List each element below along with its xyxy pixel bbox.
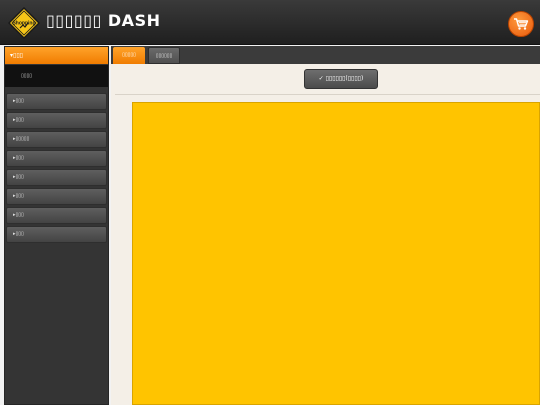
sidebar-item[interactable]: ▸▯▯▯▯▯ — [6, 131, 107, 148]
sidebar-item[interactable]: ▸▯▯▯ — [6, 226, 107, 243]
app-header: Shopping ▯▯▯▯▯▯ DASH — [0, 0, 540, 45]
sidebar-item[interactable]: ▸▯▯▯ — [6, 188, 107, 205]
sidebar-section-header[interactable]: ▾▯▯▯ — [5, 47, 108, 64]
tab-bar: ▯▯▯▯▯ ▯▯▯▯▯▯ — [111, 46, 540, 64]
sidebar-sub-item[interactable]: ▯▯▯▯ — [5, 65, 108, 87]
sidebar-item[interactable]: ▸▯▯▯ — [6, 169, 107, 186]
divider — [115, 94, 540, 95]
sidebar-item[interactable]: ▸▯▯▯ — [6, 150, 107, 167]
sidebar-menu: ▸▯▯▯ ▸▯▯▯ ▸▯▯▯▯▯ ▸▯▯▯ ▸▯▯▯ ▸▯▯▯ ▸▯▯▯ ▸▯▯… — [5, 93, 108, 243]
shopping-badge-icon[interactable]: Shopping — [7, 6, 41, 40]
sidebar-item[interactable]: ▸▯▯▯ — [6, 112, 107, 129]
action-button[interactable]: ✓ ▯▯▯▯▯▯(▯▯▯▯) — [304, 69, 378, 89]
cart-button[interactable] — [508, 11, 534, 37]
main-content: ▯▯▯▯▯ ▯▯▯▯▯▯ ✓ ▯▯▯▯▯▯(▯▯▯▯) — [111, 46, 540, 405]
cart-icon — [514, 18, 529, 30]
tab-active[interactable]: ▯▯▯▯▯ — [113, 47, 145, 64]
app-title: ▯▯▯▯▯▯ DASH — [46, 11, 161, 30]
sidebar-item[interactable]: ▸▯▯▯ — [6, 93, 107, 110]
content-canvas — [132, 102, 540, 405]
sidebar-item[interactable]: ▸▯▯▯ — [6, 207, 107, 224]
tab-secondary[interactable]: ▯▯▯▯▯▯ — [148, 47, 180, 64]
sidebar: ▾▯▯▯ ▯▯▯▯ ▸▯▯▯ ▸▯▯▯ ▸▯▯▯▯▯ ▸▯▯▯ ▸▯▯▯ ▸▯▯… — [4, 46, 109, 405]
